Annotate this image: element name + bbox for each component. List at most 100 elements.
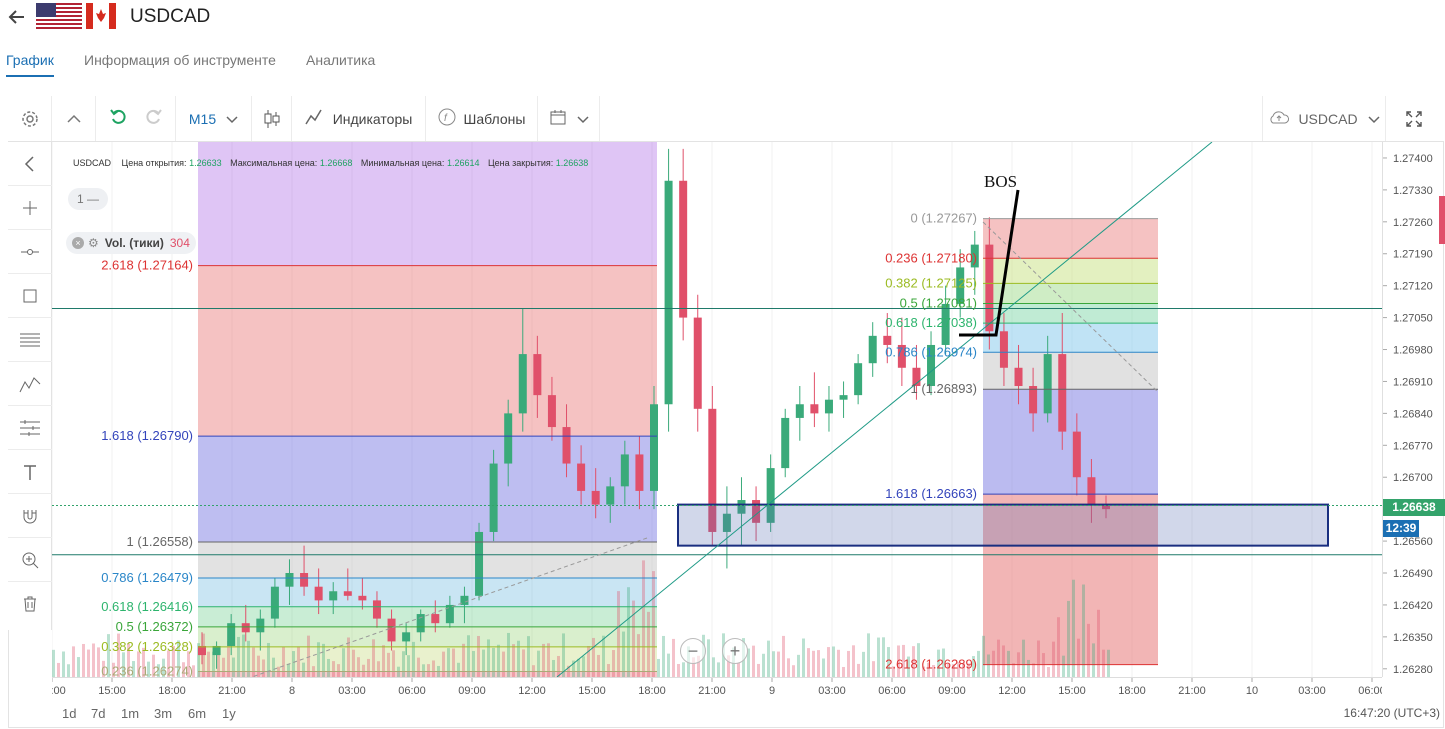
volume-bar	[1022, 639, 1025, 677]
volume-bar	[392, 650, 395, 677]
price-tick-label: 1.26350	[1393, 632, 1433, 644]
pattern-tool-icon[interactable]	[8, 362, 52, 406]
volume-bar	[862, 651, 865, 677]
tab-analytics[interactable]: Аналитика	[306, 52, 375, 68]
trash-icon[interactable]	[8, 582, 52, 626]
close-icon[interactable]: ×	[72, 237, 84, 249]
fib-label-right: 1.618 (1.26663)	[885, 486, 977, 501]
candle-body	[693, 317, 702, 409]
volume-bar	[682, 662, 685, 677]
volume-bar	[812, 650, 815, 677]
volume-bar	[987, 654, 990, 677]
candle-body	[562, 427, 571, 464]
volume-bar	[332, 661, 335, 677]
zoom-out-button[interactable]: −	[680, 638, 706, 664]
crosshair-icon[interactable]	[8, 186, 52, 230]
rectangle-tool-icon[interactable]	[8, 274, 52, 318]
indicators-button[interactable]: Индикаторы	[292, 96, 426, 141]
candle-body	[445, 604, 454, 624]
range-1y[interactable]: 1y	[222, 706, 236, 721]
range-3m[interactable]: 3m	[154, 706, 172, 721]
channel-lines-tool-icon[interactable]	[8, 318, 52, 362]
redo-icon[interactable]	[143, 107, 163, 130]
pane-counter[interactable]: 1 —	[68, 188, 108, 210]
collapse-chevron-up-icon[interactable]	[52, 96, 96, 141]
range-1m[interactable]: 1m	[121, 706, 139, 721]
volume-bar	[582, 656, 585, 677]
price-tick-label: 1.27260	[1393, 217, 1433, 229]
tab-instrument-info[interactable]: Информация об инструменте	[84, 52, 276, 68]
volume-bar	[272, 657, 275, 677]
candle-body	[1029, 386, 1038, 414]
range-6m[interactable]: 6m	[188, 706, 206, 721]
timeframe-select[interactable]: M15	[176, 96, 252, 141]
magnet-icon[interactable]	[8, 494, 52, 538]
volume-bar	[632, 600, 635, 677]
text-tool-icon[interactable]	[8, 450, 52, 494]
price-tick-label: 1.26980	[1393, 345, 1433, 357]
time-axis[interactable]: 12:00 15:00 18:00 21:00 8 03:00 06:00 09:00 12:0…	[38, 677, 1386, 699]
gear-icon[interactable]: ⚙	[88, 236, 99, 250]
candle-body	[504, 413, 513, 464]
back-arrow-icon[interactable]	[6, 6, 28, 28]
order-block-zone	[677, 503, 1329, 547]
volume-bar	[827, 647, 830, 677]
volume-bar	[67, 664, 70, 677]
volume-indicator-chip: × ⚙ Vol. (тики) 304	[66, 232, 196, 254]
legend-low-value: 1.26614	[446, 158, 480, 168]
volume-bar	[877, 637, 880, 677]
volume-bar	[357, 657, 360, 677]
volume-bar	[352, 649, 355, 677]
volume-bar	[82, 643, 85, 677]
templates-label: Шаблоны	[463, 110, 526, 127]
price-tick-label: 1.26560	[1393, 536, 1433, 548]
volume-bar	[432, 660, 435, 677]
price-chart-plot[interactable]: 2.618 (1.27164) 1.618 (1.26790) 1 (1.26558…	[52, 142, 1382, 677]
fib-zone-left	[198, 541, 657, 579]
price-axis[interactable]: 1.27400 1.27330 1.27260 1.27190 1.27120 1.270…	[1382, 142, 1445, 677]
volume-bar	[252, 647, 255, 677]
legend-open-label: Цена открытия:	[121, 158, 187, 168]
time-tick-label: 06:00	[398, 685, 426, 697]
candle-body	[839, 395, 848, 400]
zoom-in-icon[interactable]	[8, 538, 52, 582]
scroll-marker	[1439, 196, 1445, 244]
volume-bar	[817, 650, 820, 677]
volume-bar	[467, 635, 470, 677]
volume-bar	[707, 639, 710, 677]
fibonacci-tool-icon[interactable]	[8, 406, 52, 450]
collapse-left-chevron-icon[interactable]	[8, 142, 52, 186]
candle-body	[372, 600, 381, 619]
range-1d[interactable]: 1d	[62, 706, 76, 721]
templates-button[interactable]: f Шаблоны	[426, 96, 538, 141]
undo-icon[interactable]	[109, 107, 129, 130]
volume-bar	[287, 663, 290, 677]
candlestick-type-icon[interactable]	[252, 96, 292, 141]
volume-bar	[482, 649, 485, 677]
volume-bar	[557, 655, 560, 677]
currency-flags-icon	[36, 3, 116, 29]
server-clock: 16:47:20 (UTC+3)	[1343, 706, 1440, 720]
symbol-select[interactable]: USDCAD	[1262, 96, 1386, 141]
volume-bar	[297, 646, 300, 677]
volume-bar	[442, 651, 445, 677]
fib-label-right: 0.5 (1.27081)	[900, 295, 977, 310]
candle-body	[402, 632, 411, 642]
fullscreen-icon[interactable]	[1388, 96, 1440, 141]
candle-body	[999, 331, 1008, 368]
zoom-in-button[interactable]: +	[722, 638, 748, 664]
volume-bar	[472, 650, 475, 677]
candle-body	[854, 363, 863, 396]
range-7d[interactable]: 7d	[91, 706, 105, 721]
calendar-select[interactable]	[538, 96, 600, 141]
settings-gear-icon[interactable]	[8, 96, 52, 141]
fib-zone-left	[198, 606, 657, 627]
volume-bar	[512, 644, 515, 677]
price-tick-label: 1.26490	[1393, 568, 1433, 580]
time-tick-label: 06:00	[878, 685, 906, 697]
volume-bar	[527, 636, 530, 677]
horizontal-line-tool-icon[interactable]	[8, 230, 52, 274]
tab-chart[interactable]: График	[6, 52, 54, 68]
fib-label-right: 0 (1.27267)	[911, 211, 978, 226]
fib-label-left: 0.786 (1.26479)	[101, 570, 193, 585]
